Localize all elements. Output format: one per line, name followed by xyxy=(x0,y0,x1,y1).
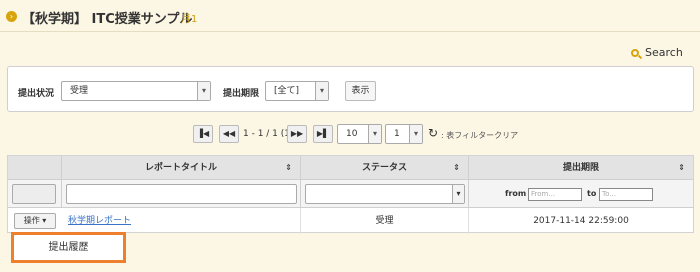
deadline-filter-select[interactable]: [全て] ▾ xyxy=(265,81,329,101)
title-filter-input[interactable] xyxy=(66,184,297,204)
page-header: › 【秋学期】 ITC授業サンプル 月1 xyxy=(0,0,700,32)
sort-icon: ⇕ xyxy=(285,163,292,172)
column-header-label: 提出期限 xyxy=(562,163,599,173)
chevron-down-icon: ▾ xyxy=(409,125,422,143)
to-date-input[interactable]: To... xyxy=(599,188,653,201)
operation-label: 操作 xyxy=(23,216,40,225)
deadline-filter-value: [全て] xyxy=(274,86,300,96)
per-page-value: 10 xyxy=(346,129,358,139)
prev-page-button[interactable]: ◀◀ xyxy=(219,125,239,143)
show-button[interactable]: 表示 xyxy=(345,81,376,101)
per-page-select[interactable]: 10 ▾ xyxy=(337,124,382,144)
menu-item-submission-history[interactable]: 提出履歴 xyxy=(49,242,89,253)
deadline-filter-label: 提出期限 xyxy=(223,89,260,99)
status-cell: 受理 xyxy=(301,208,469,234)
filter-blank-input xyxy=(12,184,56,204)
header-cell-blank xyxy=(8,156,62,180)
next-page-button[interactable]: ▶▶ xyxy=(287,125,307,143)
report-table: レポートタイトル ⇕ ステータス ⇕ 提出期限 ⇕ ▾ from From...… xyxy=(7,155,694,234)
column-header-label: ステータス xyxy=(361,163,407,173)
from-label: from xyxy=(505,189,527,198)
clear-filter-label: : 表フィルタークリア xyxy=(441,131,519,140)
search-icon xyxy=(631,49,639,57)
table-row: 操作 ▾ 秋学期レポート xyxy=(8,208,301,234)
filter-cell-deadline: from From... to To... xyxy=(469,180,693,208)
page-value: 1 xyxy=(394,129,400,139)
caret-down-icon: ▾ xyxy=(39,216,47,225)
chevron-down-icon: ▾ xyxy=(452,185,464,203)
deadline-cell: 2017-11-14 22:59:00 xyxy=(533,216,629,226)
status-filter-label: 提出状況 xyxy=(18,89,55,99)
filter-cell-blank xyxy=(8,180,62,208)
next-page-icon: ▶▶ xyxy=(290,129,304,138)
status-filter-select[interactable]: 受理 ▾ xyxy=(61,81,211,101)
last-page-button[interactable]: ▶▌ xyxy=(313,125,333,143)
refresh-icon[interactable]: ↻ xyxy=(428,126,438,140)
chevron-right-icon: › xyxy=(6,11,17,22)
prev-page-icon: ◀◀ xyxy=(222,129,236,138)
column-header-title[interactable]: レポートタイトル ⇕ xyxy=(62,156,301,180)
chevron-down-icon: ▾ xyxy=(368,125,381,143)
column-header-deadline[interactable]: 提出期限 ⇕ xyxy=(469,156,693,180)
first-page-icon: ▐◀ xyxy=(196,129,210,138)
column-header-status[interactable]: ステータス ⇕ xyxy=(301,156,469,180)
operation-button[interactable]: 操作 ▾ xyxy=(14,213,56,229)
last-page-icon: ▶▌ xyxy=(316,129,330,138)
column-header-label: レポートタイトル xyxy=(144,163,217,173)
filter-cell-title xyxy=(62,180,301,208)
chevron-down-icon: ▾ xyxy=(197,82,210,100)
page-title: 【秋学期】 ITC授業サンプル xyxy=(22,12,193,27)
operation-dropdown-menu: 提出履歴 xyxy=(11,232,126,263)
period-label: 月1 xyxy=(181,14,198,25)
search-label: Search xyxy=(645,46,683,59)
page-info: 1 - 1 / 1 (1) xyxy=(243,129,294,139)
search-toggle[interactable]: Search xyxy=(631,46,683,59)
from-date-input[interactable]: From... xyxy=(528,188,582,201)
chevron-down-icon: ▾ xyxy=(315,82,328,100)
report-title-link[interactable]: 秋学期レポート xyxy=(68,208,131,234)
first-page-button[interactable]: ▐◀ xyxy=(193,125,213,143)
filter-cell-status: ▾ xyxy=(301,180,469,208)
sort-icon: ⇕ xyxy=(678,163,685,172)
page-select[interactable]: 1 ▾ xyxy=(385,124,423,144)
filter-panel: 提出状況 受理 ▾ 提出期限 [全て] ▾ 表示 xyxy=(7,66,694,112)
to-label: to xyxy=(587,189,597,198)
status-filter-value: 受理 xyxy=(70,86,89,96)
sort-icon: ⇕ xyxy=(453,163,460,172)
status-column-filter-select[interactable]: ▾ xyxy=(305,184,465,204)
